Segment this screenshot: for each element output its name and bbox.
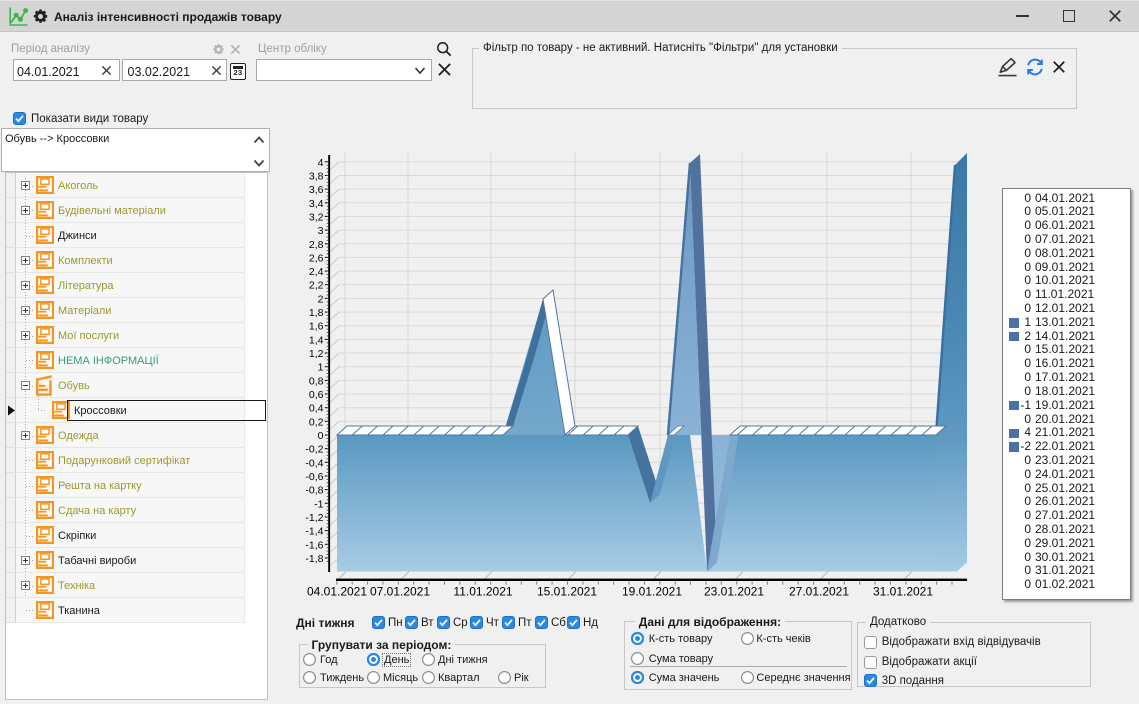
svg-text:04.01.2021: 04.01.2021 [307,585,367,599]
svg-text:-0,2: -0,2 [305,444,323,456]
svg-text:3,6: 3,6 [309,184,324,196]
svg-text:1,4: 1,4 [309,334,324,346]
svg-text:2,4: 2,4 [309,266,324,278]
svg-text:1: 1 [318,362,324,374]
svg-text:23.01.2021: 23.01.2021 [704,585,764,599]
svg-text:1,8: 1,8 [309,307,324,319]
svg-text:-1,6: -1,6 [305,539,323,551]
svg-text:07.01.2021: 07.01.2021 [370,585,430,599]
svg-text:-1,4: -1,4 [305,526,323,538]
svg-text:0,6: 0,6 [309,389,324,401]
svg-text:0,8: 0,8 [309,375,324,387]
svg-text:27.01.2021: 27.01.2021 [789,585,849,599]
svg-text:3: 3 [318,225,324,237]
svg-text:2,8: 2,8 [309,239,324,251]
svg-text:0,4: 0,4 [309,403,324,415]
svg-text:-1,2: -1,2 [305,512,323,524]
svg-text:31.01.2021: 31.01.2021 [873,585,933,599]
svg-text:19.01.2021: 19.01.2021 [622,585,682,599]
svg-text:2,2: 2,2 [309,280,324,292]
svg-text:2,6: 2,6 [309,252,324,264]
svg-text:2: 2 [318,293,324,305]
svg-text:-0,4: -0,4 [305,457,323,469]
svg-text:1,6: 1,6 [309,321,324,333]
svg-text:1,2: 1,2 [309,348,324,360]
svg-text:3,8: 3,8 [309,171,324,183]
svg-text:3,4: 3,4 [309,198,324,210]
svg-text:3,2: 3,2 [309,211,324,223]
svg-text:15.01.2021: 15.01.2021 [537,585,597,599]
svg-text:11.01.2021: 11.01.2021 [453,585,512,599]
svg-text:4: 4 [318,157,324,169]
svg-text:-1,8: -1,8 [305,553,323,565]
svg-text:-0,6: -0,6 [305,471,323,483]
svg-text:-0,8: -0,8 [305,485,323,497]
svg-text:-1: -1 [314,498,323,510]
svg-text:0,2: 0,2 [309,416,324,428]
svg-text:0: 0 [318,430,324,442]
